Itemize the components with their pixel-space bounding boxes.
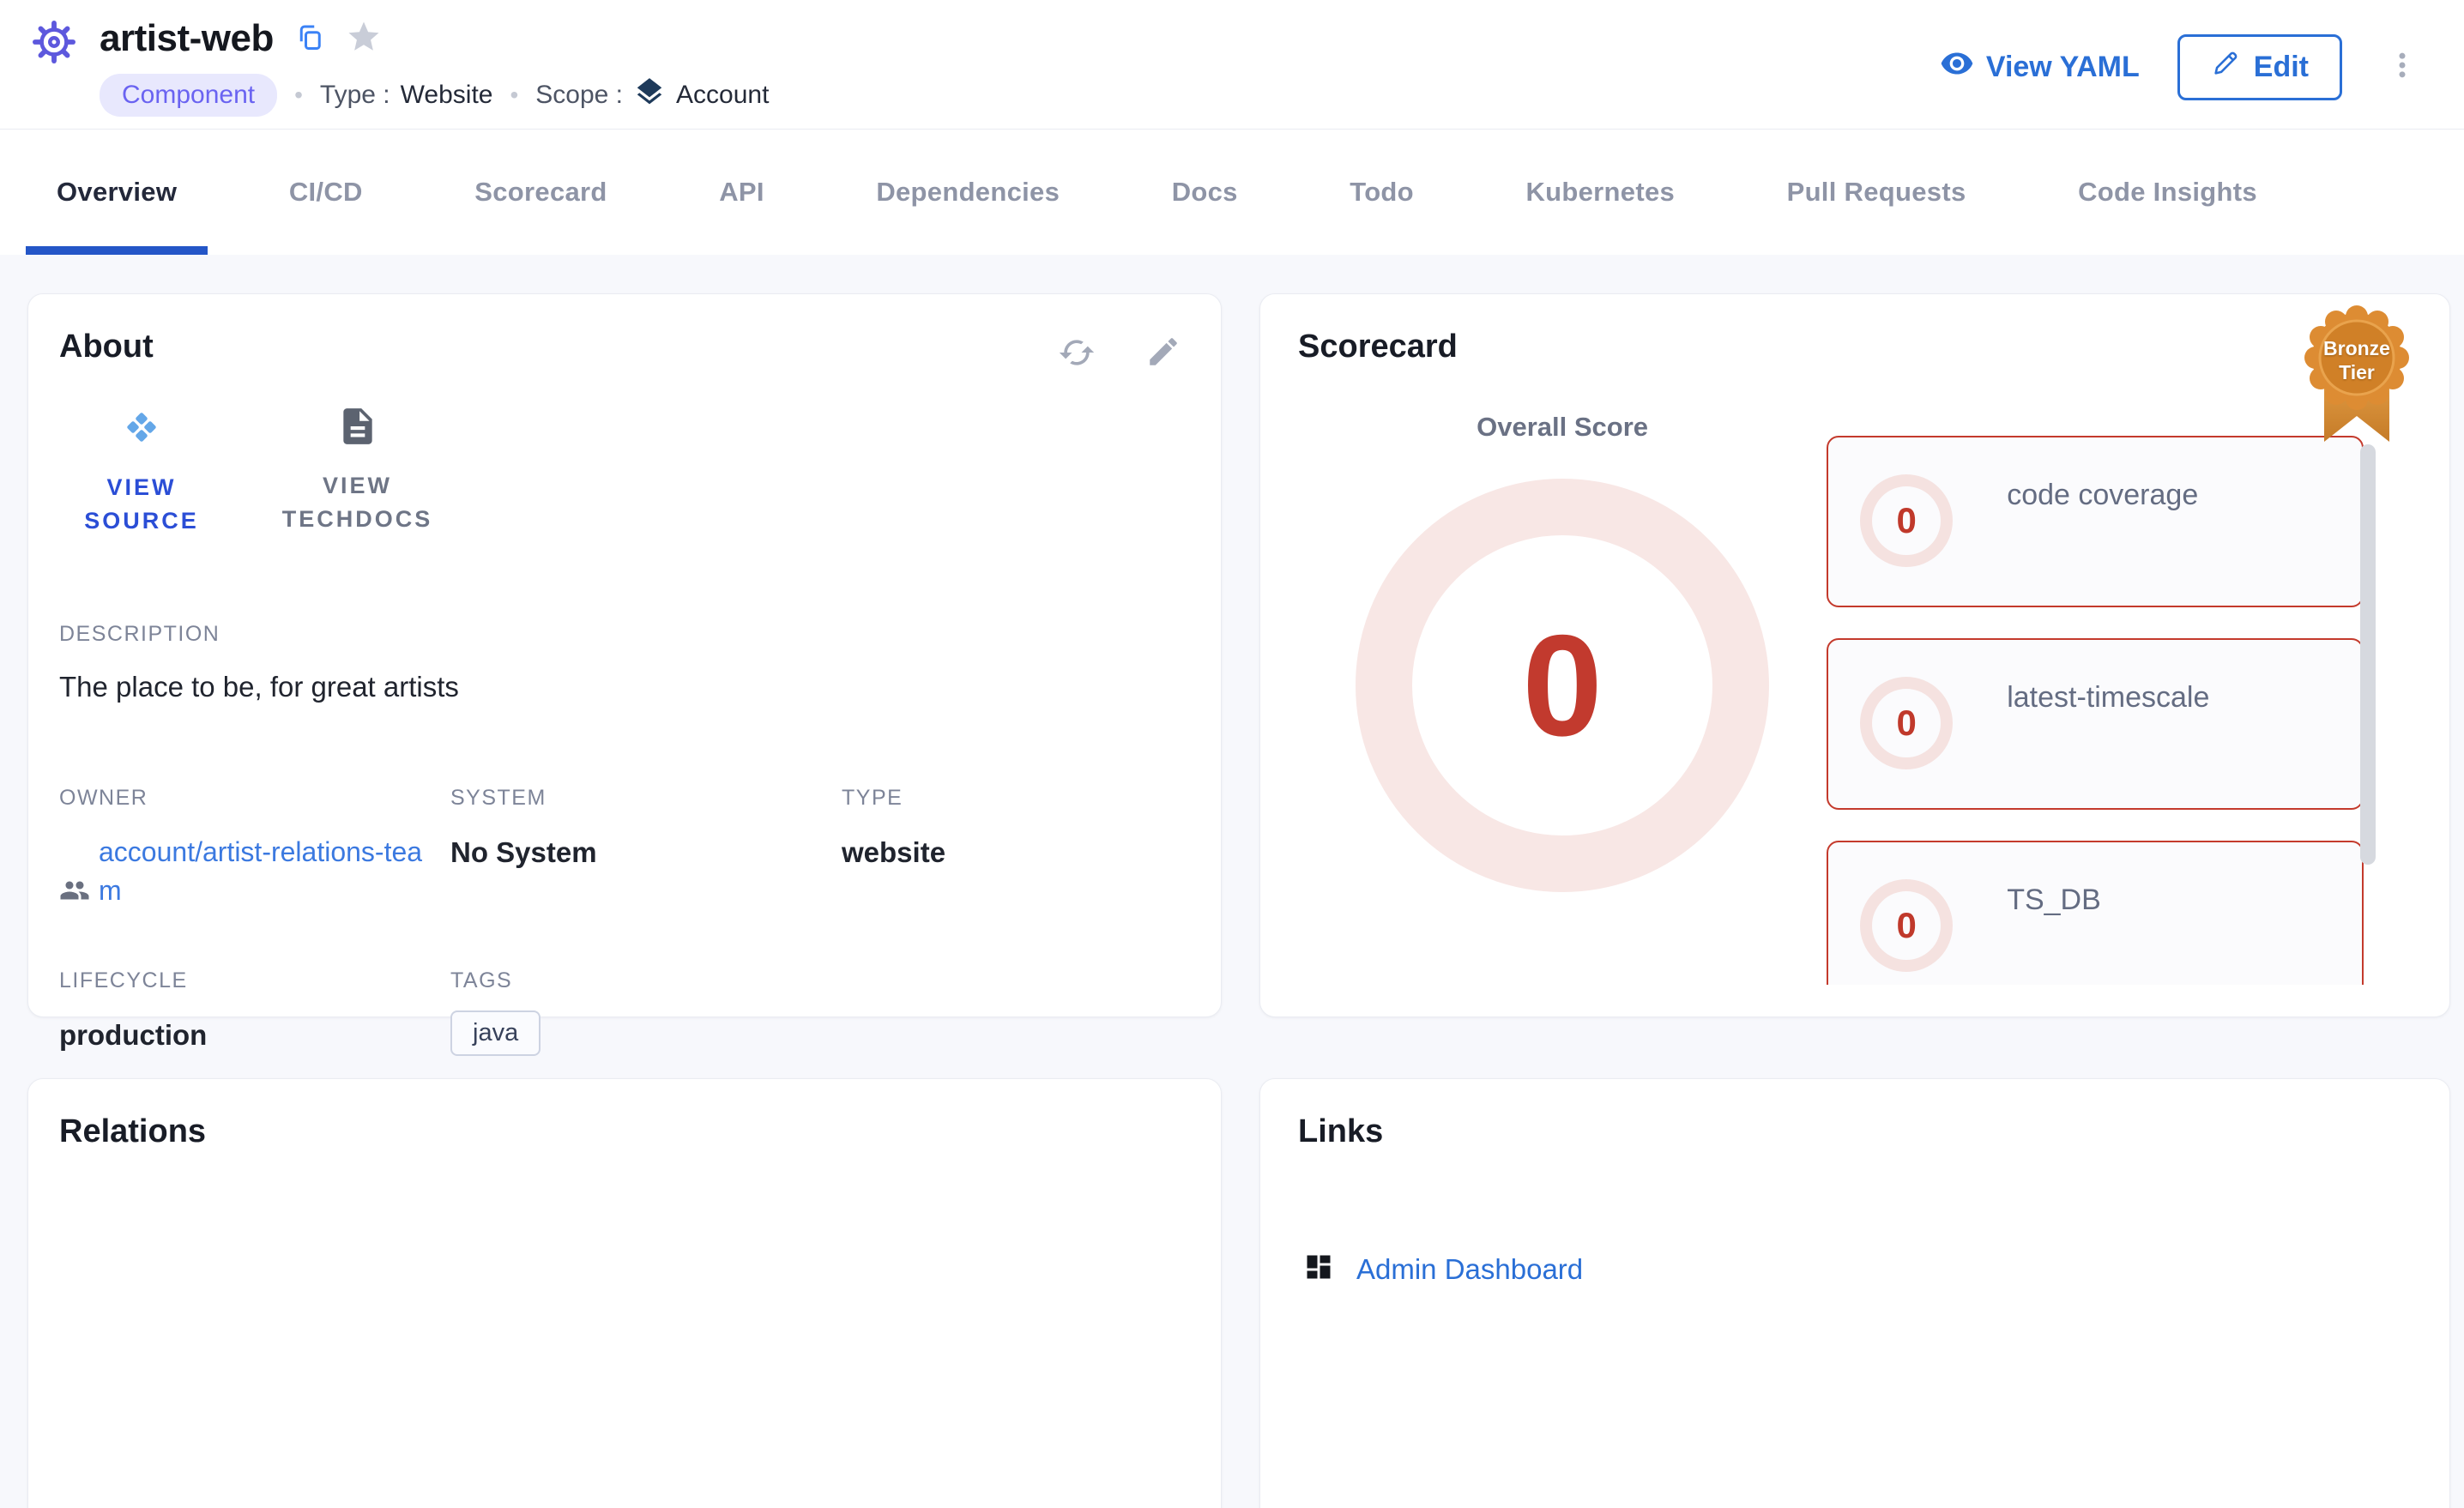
entity-tabbar: Overview CI/CD Scorecard API Dependencie… — [0, 130, 2464, 255]
system-label: SYSTEM — [450, 786, 842, 811]
scorecard-check-list: 0 code coverage 0 latest-timescale 0 — [1827, 436, 2364, 985]
check-score: 0 — [1854, 873, 1959, 978]
tier-line1: Bronze — [2300, 337, 2413, 361]
layers-icon — [633, 75, 666, 115]
tag-chip-java[interactable]: java — [450, 1010, 541, 1056]
source-diamond-icon — [119, 405, 164, 459]
lifecycle-value: production — [59, 1019, 450, 1052]
dot-separator: • — [294, 81, 303, 109]
links-title: Links — [1298, 1113, 2412, 1150]
owner-label: OWNER — [59, 786, 450, 811]
owner-link[interactable]: account/artist-relations-team — [99, 833, 441, 910]
more-options-kebab-icon[interactable] — [2380, 43, 2425, 92]
description-text: The place to be, for great artists — [59, 671, 1190, 703]
relations-card: Relations — [27, 1078, 1222, 1508]
overall-score-label: Overall Score — [1477, 412, 1648, 443]
tags-label: TAGS — [450, 968, 1190, 993]
favorite-star-icon[interactable] — [346, 19, 382, 59]
link-row: Admin Dashboard — [1298, 1252, 2412, 1287]
group-icon — [59, 875, 90, 910]
check-item-ts-db[interactable]: 0 TS_DB — [1827, 841, 2364, 985]
scope-label: Scope : — [535, 81, 623, 110]
tab-code-insights[interactable]: Code Insights — [2047, 130, 2288, 255]
tab-cicd[interactable]: CI/CD — [258, 130, 394, 255]
type-field-value: website — [842, 836, 1190, 869]
techdocs-document-icon — [336, 405, 379, 457]
check-item-code-coverage[interactable]: 0 code coverage — [1827, 436, 2364, 607]
tab-todo[interactable]: Todo — [1319, 130, 1445, 255]
check-name: TS_DB — [2007, 884, 2101, 917]
entity-header: artist-web Component • Type : — [0, 0, 2464, 130]
description-label: DESCRIPTION — [59, 622, 1190, 647]
system-value: No System — [450, 836, 842, 869]
page-title: artist-web — [100, 17, 274, 60]
check-gauge: 0 — [1854, 873, 1959, 978]
overall-score-value: 0 — [1352, 475, 1773, 896]
view-yaml-link[interactable]: View YAML — [1940, 46, 2140, 88]
check-item-latest-timescale[interactable]: 0 latest-timescale — [1827, 638, 2364, 810]
check-gauge: 0 — [1854, 671, 1959, 775]
view-yaml-label: View YAML — [1986, 51, 2140, 84]
links-card: Links Admin Dashboard — [1259, 1078, 2450, 1508]
type-label: Type : — [320, 81, 390, 110]
copy-entity-name-icon[interactable] — [294, 21, 325, 57]
type-field-label: TYPE — [842, 786, 1190, 811]
kind-badge: Component — [100, 74, 277, 117]
dashboard-icon — [1303, 1252, 1334, 1287]
check-name: latest-timescale — [2007, 681, 2209, 715]
check-gauge: 0 — [1854, 468, 1959, 573]
edit-button-label: Edit — [2254, 51, 2309, 84]
scorecard-scrollbar[interactable] — [2360, 444, 2376, 865]
tab-kubernetes[interactable]: Kubernetes — [1495, 130, 1706, 255]
overall-score-gauge: 0 — [1352, 475, 1773, 896]
view-techdocs-label: VIEW TECHDOCS — [257, 469, 458, 536]
admin-dashboard-link[interactable]: Admin Dashboard — [1356, 1253, 1583, 1286]
view-techdocs-button[interactable]: VIEW TECHDOCS — [257, 405, 458, 538]
check-score: 0 — [1854, 468, 1959, 573]
scope-value: Account — [676, 81, 769, 110]
tab-pull-requests[interactable]: Pull Requests — [1756, 130, 1997, 255]
tab-dependencies[interactable]: Dependencies — [845, 130, 1090, 255]
tab-docs[interactable]: Docs — [1141, 130, 1269, 255]
tab-overview[interactable]: Overview — [26, 130, 208, 255]
check-score: 0 — [1854, 671, 1959, 775]
type-value: Website — [401, 81, 493, 110]
lifecycle-label: LIFECYCLE — [59, 968, 450, 993]
component-gear-icon — [31, 19, 77, 117]
relations-title: Relations — [59, 1113, 1190, 1150]
bronze-tier-badge: Bronze Tier — [2300, 301, 2413, 449]
refresh-icon[interactable] — [1058, 334, 1096, 376]
eye-icon — [1940, 46, 1974, 88]
dot-separator: • — [510, 81, 518, 109]
edit-button[interactable]: Edit — [2177, 34, 2342, 100]
about-title: About — [59, 329, 1190, 365]
tab-api[interactable]: API — [688, 130, 795, 255]
scorecard-title: Scorecard — [1298, 329, 2412, 365]
edit-metadata-pencil-icon[interactable] — [1145, 334, 1181, 376]
tab-scorecard[interactable]: Scorecard — [444, 130, 637, 255]
scorecard-card: Scorecard Bronze — [1259, 293, 2450, 1017]
tier-line2: Tier — [2300, 361, 2413, 385]
about-card: About — [27, 293, 1222, 1017]
view-source-label: VIEW SOURCE — [64, 471, 219, 538]
view-source-button[interactable]: VIEW SOURCE — [64, 405, 219, 538]
pencil-icon — [2211, 49, 2240, 86]
check-name: code coverage — [2007, 479, 2198, 512]
